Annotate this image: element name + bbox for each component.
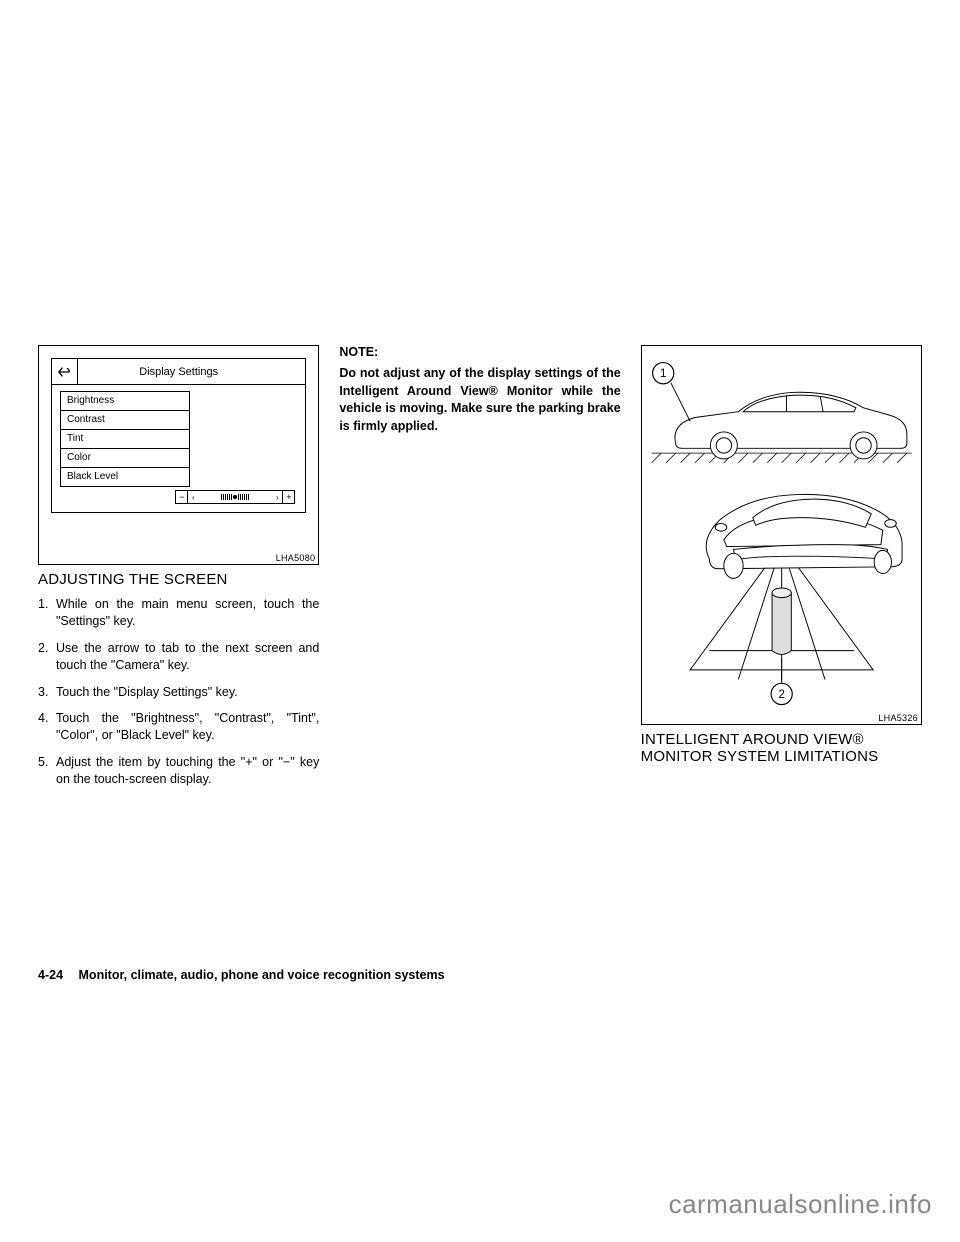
instruction-list: While on the main menu screen, touch the… <box>38 596 319 798</box>
settings-item-blacklevel[interactable]: Black Level <box>61 468 189 486</box>
step-1: While on the main menu screen, touch the… <box>38 596 319 630</box>
slider-track[interactable] <box>198 494 272 500</box>
figure-label-right: LHA5326 <box>641 713 918 723</box>
limitations-figure: 1 <box>641 345 922 725</box>
limitations-heading: INTELLIGENT AROUND VIEW® MONITOR SYSTEM … <box>641 731 922 765</box>
back-icon <box>58 366 72 378</box>
obstacle-cylinder <box>772 588 791 654</box>
note-text: Do not adjust any of the display setting… <box>339 365 620 435</box>
chevron-right-icon: › <box>272 493 282 502</box>
car-side-view <box>651 383 911 463</box>
step-5: Adjust the item by touching the "+" or "… <box>38 754 319 788</box>
middle-column: NOTE: Do not adjust any of the display s… <box>339 345 620 798</box>
settings-item-contrast[interactable]: Contrast <box>61 411 189 430</box>
callout-2: 2 <box>778 689 784 701</box>
page-number: 4-24 <box>38 968 63 982</box>
step-2: Use the arrow to tab to the next screen … <box>38 640 319 674</box>
screen-title: Display Settings <box>78 366 305 378</box>
adjustment-slider: − ‹ › + <box>175 490 295 504</box>
car-perspective-view <box>690 494 902 679</box>
callout-1: 1 <box>660 368 666 380</box>
minus-button[interactable]: − <box>176 491 188 503</box>
settings-item-brightness[interactable]: Brightness <box>61 392 189 411</box>
adjusting-screen-heading: ADJUSTING THE SCREEN <box>38 571 319 588</box>
chevron-left-icon: ‹ <box>188 493 198 502</box>
screen-header: Display Settings <box>52 359 305 385</box>
section-title: Monitor, climate, audio, phone and voice… <box>79 968 445 982</box>
display-settings-screen: Display Settings Brightness Contrast Tin… <box>51 358 306 513</box>
watermark: carmanualsonline.info <box>669 1189 932 1220</box>
left-column: Display Settings Brightness Contrast Tin… <box>38 345 319 798</box>
right-column: 1 <box>641 345 922 798</box>
figure-label-left: LHA5080 <box>38 553 315 563</box>
settings-item-tint[interactable]: Tint <box>61 430 189 449</box>
page-content: Display Settings Brightness Contrast Tin… <box>38 345 922 798</box>
step-4: Touch the "Brightness", "Contrast", "Tin… <box>38 710 319 744</box>
display-settings-figure: Display Settings Brightness Contrast Tin… <box>38 345 319 565</box>
car-illustration: 1 <box>642 346 921 724</box>
slider-thumb <box>233 495 237 499</box>
back-button[interactable] <box>52 359 78 384</box>
page-footer: 4-24 Monitor, climate, audio, phone and … <box>38 968 445 982</box>
plus-button[interactable]: + <box>282 491 294 503</box>
note-label: NOTE: <box>339 345 620 359</box>
settings-list: Brightness Contrast Tint Color Black Lev… <box>60 391 190 487</box>
step-3: Touch the "Display Settings" key. <box>38 684 319 701</box>
settings-item-color[interactable]: Color <box>61 449 189 468</box>
